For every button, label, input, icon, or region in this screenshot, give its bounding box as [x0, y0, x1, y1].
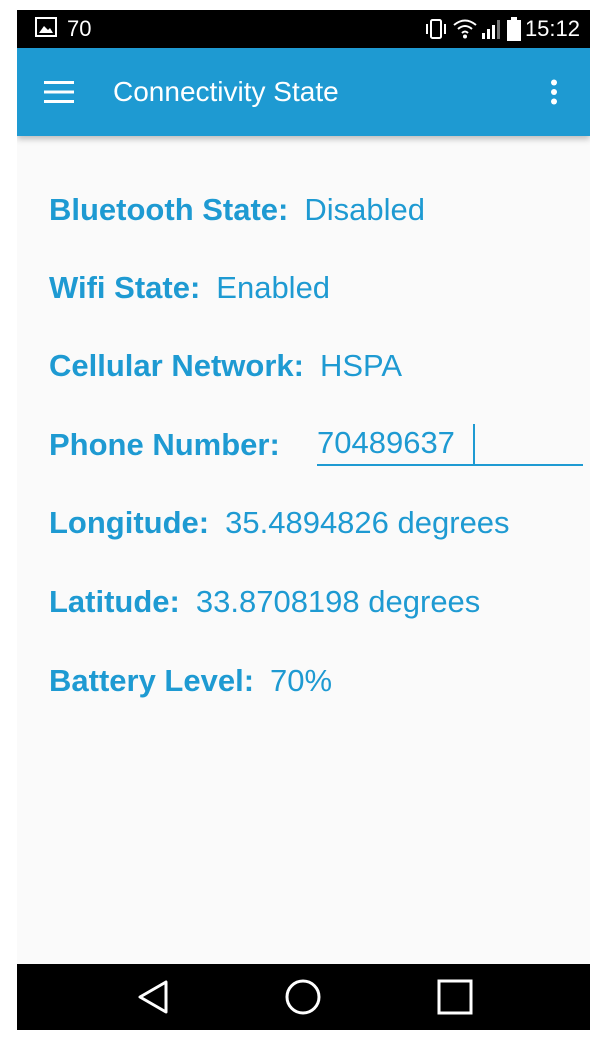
- cellular-value: HSPA: [319, 348, 403, 383]
- bluetooth-value: Disabled: [304, 192, 425, 227]
- recents-icon: [437, 979, 473, 1015]
- battery-icon: [506, 17, 521, 41]
- text-cursor: [473, 424, 475, 464]
- status-bar: 70 15:12: [17, 10, 590, 48]
- hamburger-menu-icon: [44, 81, 74, 103]
- longitude-label: Longitude:: [49, 505, 210, 540]
- overflow-menu-button[interactable]: [536, 72, 572, 112]
- phone-row: Phone Number:: [49, 423, 280, 467]
- bluetooth-row: Bluetooth State: Disabled: [49, 188, 425, 232]
- status-left: 70: [35, 10, 91, 48]
- longitude-value: 35.4894826 degrees: [225, 505, 510, 540]
- wifi-value: Enabled: [216, 270, 331, 305]
- latitude-label: Latitude:: [49, 584, 180, 619]
- menu-button[interactable]: [39, 72, 79, 112]
- more-vert-icon: [551, 79, 557, 105]
- wifi-label: Wifi State:: [49, 270, 201, 305]
- battery-row: Battery Level: 70%: [49, 659, 332, 703]
- phone-number-input[interactable]: [317, 422, 583, 466]
- navigation-bar: [17, 964, 590, 1030]
- bluetooth-label: Bluetooth State:: [49, 192, 289, 227]
- back-button[interactable]: [129, 973, 177, 1021]
- wifi-row: Wifi State: Enabled: [49, 266, 330, 310]
- status-clock: 15:12: [524, 16, 580, 41]
- back-icon: [138, 980, 168, 1014]
- longitude-row: Longitude: 35.4894826 degrees: [49, 501, 510, 545]
- image-icon: [35, 16, 57, 42]
- cellular-row: Cellular Network: HSPA: [49, 344, 402, 388]
- cellular-label: Cellular Network:: [49, 348, 304, 383]
- recents-button[interactable]: [431, 973, 479, 1021]
- app-title: Connectivity State: [113, 76, 339, 107]
- latitude-value: 33.8708198 degrees: [195, 584, 481, 619]
- home-button[interactable]: [279, 973, 327, 1021]
- app-bar: Connectivity State: [17, 48, 590, 136]
- app-screen: 70 15:12 Connectivity State Bluetooth St…: [17, 10, 590, 1030]
- home-icon: [285, 979, 321, 1015]
- notification-count: 70: [67, 16, 92, 41]
- wifi-icon: [453, 19, 477, 39]
- vibrate-icon: [423, 18, 449, 40]
- signal-icon: [481, 18, 503, 40]
- battery-value: 70%: [270, 663, 333, 698]
- status-right: 15:12: [423, 10, 580, 48]
- latitude-row: Latitude: 33.8708198 degrees: [49, 580, 480, 624]
- battery-label: Battery Level:: [49, 663, 255, 698]
- phone-label: Phone Number:: [49, 427, 280, 462]
